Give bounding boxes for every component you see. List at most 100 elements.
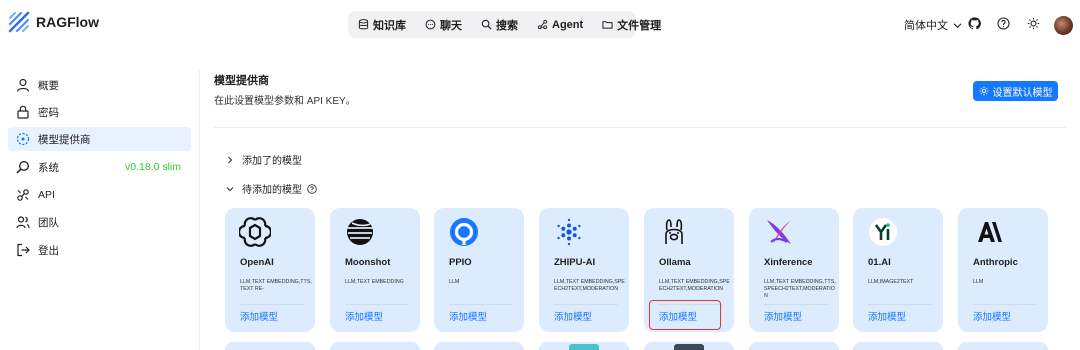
sidebar-item-logout[interactable]: 登出 [8,238,191,262]
button-label: 设置默认模型 [992,87,1053,99]
top-navigation: 知识库 聊天 搜索 Agent 文件管理 [348,11,661,38]
nav-chat[interactable]: 聊天 [415,11,471,38]
sidebar-item-password[interactable]: 密码 [8,100,191,124]
provider-tags: LLM [973,279,984,285]
sidebar-item-label: 模型提供商 [38,133,91,146]
help-icon[interactable] [307,183,317,194]
set-default-model-button[interactable]: 设置默认模型 [973,81,1058,101]
add-model-link[interactable]: 添加模型 [973,309,1011,323]
add-model-link[interactable]: 添加模型 [449,309,487,323]
added-models-toggle[interactable]: 添加了的模型 [226,152,302,167]
zhipu-logo-icon [557,218,581,246]
chat-icon [425,19,436,30]
divider [449,304,513,305]
avatar[interactable] [1054,16,1073,35]
nav-knowledge-base[interactable]: 知识库 [348,11,415,38]
provider-tags: LLM,TEXT EMBEDDING,SPEECH2TEXT,MODERATIO… [554,279,625,292]
pending-models-toggle[interactable]: 待添加的模型 [226,181,317,196]
section-label: 待添加的模型 [242,185,302,196]
add-model-link[interactable]: 添加模型 [345,309,383,323]
nav-label: 聊天 [440,19,462,32]
sidebar-item-label: 团队 [38,216,59,229]
lock-icon [17,105,29,119]
provider-logo-icon [569,344,599,350]
user-icon [16,78,30,92]
provider-card-01-ai: 01.AI LLM,IMAGE2TEXT 添加模型 [853,208,943,332]
divider [240,304,304,305]
folder-icon [602,21,613,29]
provider-tags: LLM,TEXT EMBEDDING,TTS,SPEECH2TEXT,MODER… [764,279,836,299]
divider [868,304,932,305]
nav-file-management[interactable]: 文件管理 [592,11,670,38]
ollama-logo-icon [665,219,683,244]
provider-tags: LLM,TEXT EMBEDDING,TTS,TEXT RE- [240,279,312,292]
add-model-link[interactable]: 添加模型 [868,309,906,323]
help-icon[interactable] [997,17,1010,30]
provider-card-moonshot: Moonshot LLM,TEXT EMBEDDING 添加模型 [330,208,420,332]
sidebar-item-api[interactable]: API [8,183,191,207]
moonshot-logo-icon [347,219,373,245]
brand-name: RAGFlow [36,14,99,30]
add-model-link[interactable]: 添加模型 [554,309,592,323]
provider-name: 01.AI [868,257,891,268]
nav-label: 搜索 [496,19,518,32]
provider-card-openai: OpenAI LLM,TEXT EMBEDDING,TTS,TEXT RE- 添… [225,208,315,332]
sidebar-item-label: 登出 [38,244,59,257]
provider-tags: LLM,IMAGE2TEXT [868,279,914,285]
openai-logo-icon [239,217,271,247]
anthropic-logo-icon [978,222,1002,242]
ppio-logo-icon [450,218,478,246]
nav-agent[interactable]: Agent [527,11,592,38]
language-selector[interactable]: 简体中文 [904,17,962,33]
nav-search[interactable]: 搜索 [471,11,527,38]
sidebar-item-model-providers[interactable]: 模型提供商 [8,127,191,151]
provider-name: Moonshot [345,257,391,268]
01ai-logo-icon [869,218,897,246]
agent-icon [537,19,548,30]
sidebar-item-system[interactable]: 系统 v0.18.0 slim [8,155,191,179]
sidebar-item-profile[interactable]: 概要 [8,73,191,97]
github-icon[interactable] [968,17,981,30]
sidebar-item-label: 系统 [38,161,59,174]
team-icon [16,216,30,229]
add-model-link[interactable]: 添加模型 [240,309,278,323]
sidebar-item-label: 概要 [38,79,59,92]
provider-name: Ollama [659,257,691,268]
provider-tags: LLM [449,279,460,285]
nav-label: 知识库 [373,19,406,32]
provider-name: OpenAI [240,257,274,268]
api-icon [17,189,29,201]
top-header: RAGFlow 知识库 聊天 搜索 Agent 文件管理 简体中文 [0,0,1080,50]
page-subtitle: 在此设置模型参数和 API KEY。 [214,96,356,107]
provider-card-partial [434,342,524,350]
provider-name: PPIO [449,257,472,268]
add-model-link[interactable]: 添加模型 [764,309,802,323]
provider-card-ppio: PPIO LLM 添加模型 [434,208,524,332]
chevron-down-icon [953,22,962,28]
settings-gear-icon [979,86,988,96]
provider-tags: LLM,TEXT EMBEDDING [345,279,404,285]
divider [764,304,828,305]
provider-card-partial [749,342,839,350]
divider [554,304,618,305]
ragflow-logo-icon[interactable] [8,11,30,33]
divider [345,304,409,305]
database-icon [358,19,369,30]
chevron-right-icon [228,156,233,163]
system-search-icon [16,161,29,174]
provider-logo-icon [674,344,704,350]
section-label: 添加了的模型 [242,156,302,167]
provider-card-partial [539,342,629,350]
provider-card-partial [853,342,943,350]
highlight-box [649,300,721,330]
theme-sun-icon[interactable] [1027,17,1040,30]
divider [214,127,1066,128]
logout-icon [17,243,30,257]
page-title: 模型提供商 [214,75,269,87]
sidebar-item-label: 密码 [38,106,59,119]
sidebar-item-team[interactable]: 团队 [8,210,191,234]
provider-card-anthropic: Anthropic LLM 添加模型 [958,208,1048,332]
search-icon [481,19,492,30]
provider-card-partial [225,342,315,350]
xinference-logo-icon [767,220,791,244]
